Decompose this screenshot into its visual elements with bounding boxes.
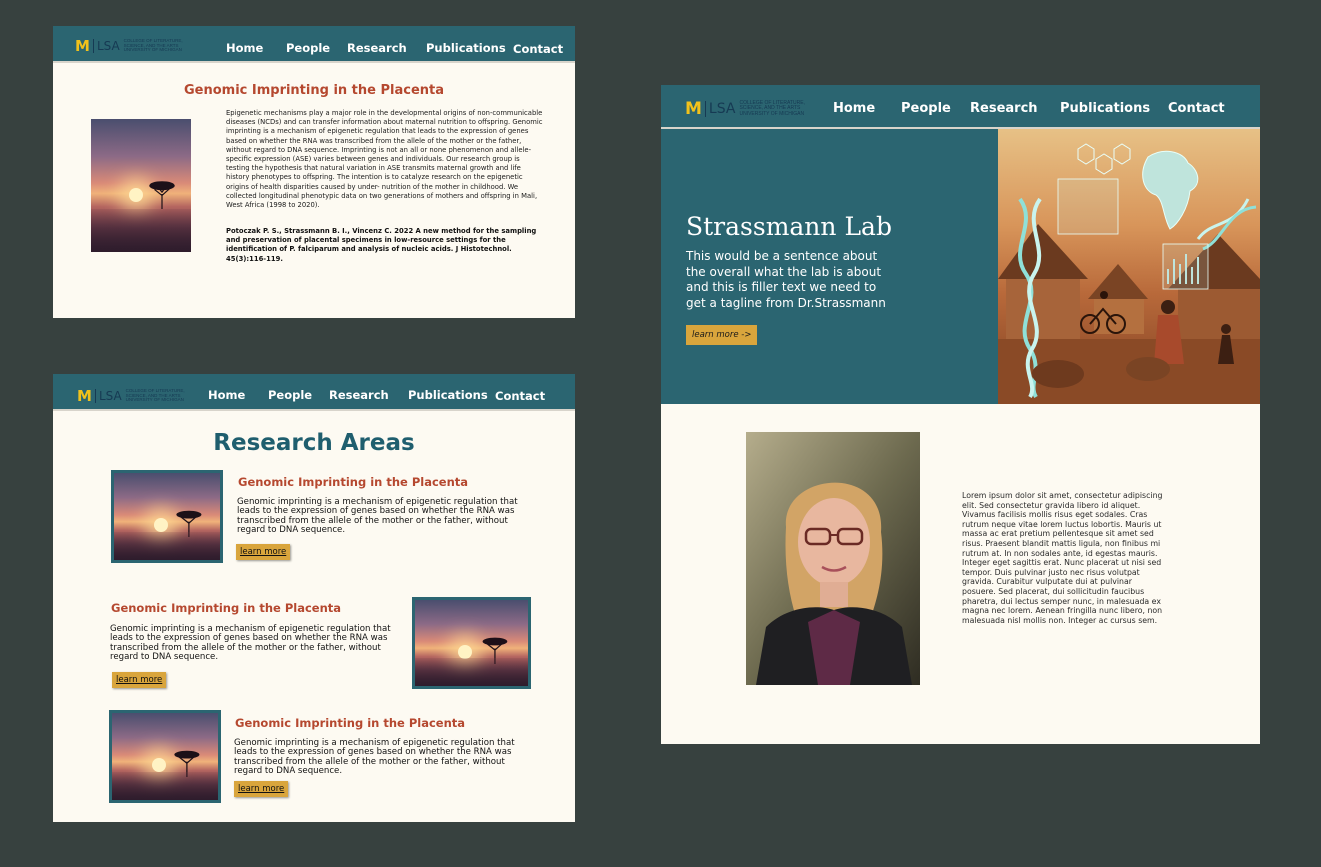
nav-home[interactable]: Home [833, 101, 875, 116]
research-card-image[interactable] [109, 710, 221, 803]
logo-lsa-text: LSA [94, 389, 122, 403]
nav-publications[interactable]: Publications [426, 41, 506, 55]
research-description: Epigenetic mechanisms play a major role … [226, 109, 543, 210]
nav-contact[interactable]: Contact [513, 42, 563, 56]
nav-home[interactable]: Home [208, 388, 245, 402]
logo-lsa-text: LSA [704, 101, 735, 117]
michigan-m-icon: M [685, 99, 702, 119]
logo-line: UNIVERSITY OF MICHIGAN [739, 110, 805, 117]
sun-shape [457, 644, 472, 659]
research-card-image[interactable] [412, 597, 531, 689]
placenta-research-image [91, 119, 191, 252]
lsa-logo[interactable]: M LSA COLLEGE OF LITERATURE, SCIENCE, AN… [77, 387, 185, 405]
research-card-text: Genomic imprinting is a mechanism of epi… [110, 624, 391, 662]
hero-illustration [998, 129, 1260, 404]
ground-shape [415, 658, 528, 686]
logo-line: UNIVERSITY OF MICHIGAN [123, 47, 182, 53]
sun-shape [129, 188, 143, 203]
nav-people[interactable]: People [901, 101, 951, 116]
learn-more-button[interactable]: learn more [234, 781, 289, 797]
nav-publications[interactable]: Publications [408, 388, 488, 402]
nav-contact[interactable]: Contact [495, 389, 545, 403]
logo-college-text: COLLEGE OF LITERATURE, SCIENCE, AND THE … [739, 101, 804, 117]
nav-bar: M LSA COLLEGE OF LITERATURE, SCIENCE, AN… [53, 374, 575, 411]
lab-title: Strassmann Lab [686, 212, 892, 241]
nav-contact[interactable]: Contact [1168, 101, 1225, 116]
logo-line: UNIVERSITY OF MICHIGAN [125, 397, 184, 403]
research-card-image[interactable] [111, 470, 223, 563]
nav-people[interactable]: People [268, 388, 312, 402]
lab-tagline: This would be a sentence about the overa… [686, 249, 886, 311]
publication-reference[interactable]: Potoczak P. S., Strassmann B. I., Vincen… [226, 227, 544, 264]
village-dna-illustration [998, 143, 1260, 404]
sun-shape [154, 518, 169, 533]
nav-home[interactable]: Home [226, 41, 263, 55]
research-areas-mockup: M LSA COLLEGE OF LITERATURE, SCIENCE, AN… [53, 374, 575, 822]
hero-section: Strassmann Lab This would be a sentence … [661, 129, 1260, 404]
research-card-text: Genomic imprinting is a mechanism of epi… [237, 497, 518, 535]
ground-shape [114, 532, 220, 560]
lsa-logo[interactable]: M LSA COLLEGE OF LITERATURE, SCIENCE, AN… [75, 37, 183, 55]
michigan-m-icon: M [77, 387, 92, 405]
professor-bio: Lorem ipsum dolor sit amet, consectetur … [962, 491, 1163, 625]
logo-college-text: COLLEGE OF LITERATURE, SCIENCE, AND THE … [125, 388, 185, 403]
ground-shape [91, 209, 191, 252]
research-card-title[interactable]: Genomic Imprinting in the Placenta [111, 601, 341, 615]
detail-page-mockup: M LSA COLLEGE OF LITERATURE, SCIENCE, AN… [53, 26, 575, 318]
home-page-mockup: M LSA COLLEGE OF LITERATURE, SCIENCE, AN… [661, 85, 1260, 744]
learn-more-button[interactable]: learn more [236, 544, 291, 560]
nav-publications[interactable]: Publications [1060, 101, 1150, 116]
logo-lsa-text: LSA [92, 39, 120, 53]
learn-more-button[interactable]: learn more [112, 672, 167, 688]
lsa-logo[interactable]: M LSA COLLEGE OF LITERATURE, SCIENCE, AN… [685, 99, 805, 119]
learn-more-button[interactable]: learn more -> [686, 325, 758, 345]
nav-people[interactable]: People [286, 41, 330, 55]
nav-bar: M LSA COLLEGE OF LITERATURE, SCIENCE, AN… [661, 85, 1260, 129]
nav-research[interactable]: Research [970, 101, 1038, 116]
person-photo [746, 432, 920, 685]
page-title: Genomic Imprinting in the Placenta [183, 83, 445, 98]
professor-portrait [746, 432, 920, 685]
sun-shape [152, 758, 167, 773]
page-title: Research Areas [213, 430, 415, 456]
nav-bar: M LSA COLLEGE OF LITERATURE, SCIENCE, AN… [53, 26, 575, 63]
research-card-title[interactable]: Genomic Imprinting in the Placenta [235, 716, 465, 730]
nav-research[interactable]: Research [329, 388, 389, 402]
michigan-m-icon: M [75, 37, 90, 55]
research-card-title[interactable]: Genomic Imprinting in the Placenta [238, 475, 468, 489]
logo-college-text: COLLEGE OF LITERATURE, SCIENCE, AND THE … [123, 38, 183, 53]
research-card-text: Genomic imprinting is a mechanism of epi… [234, 738, 515, 776]
ground-shape [112, 772, 218, 800]
nav-research[interactable]: Research [347, 41, 407, 55]
